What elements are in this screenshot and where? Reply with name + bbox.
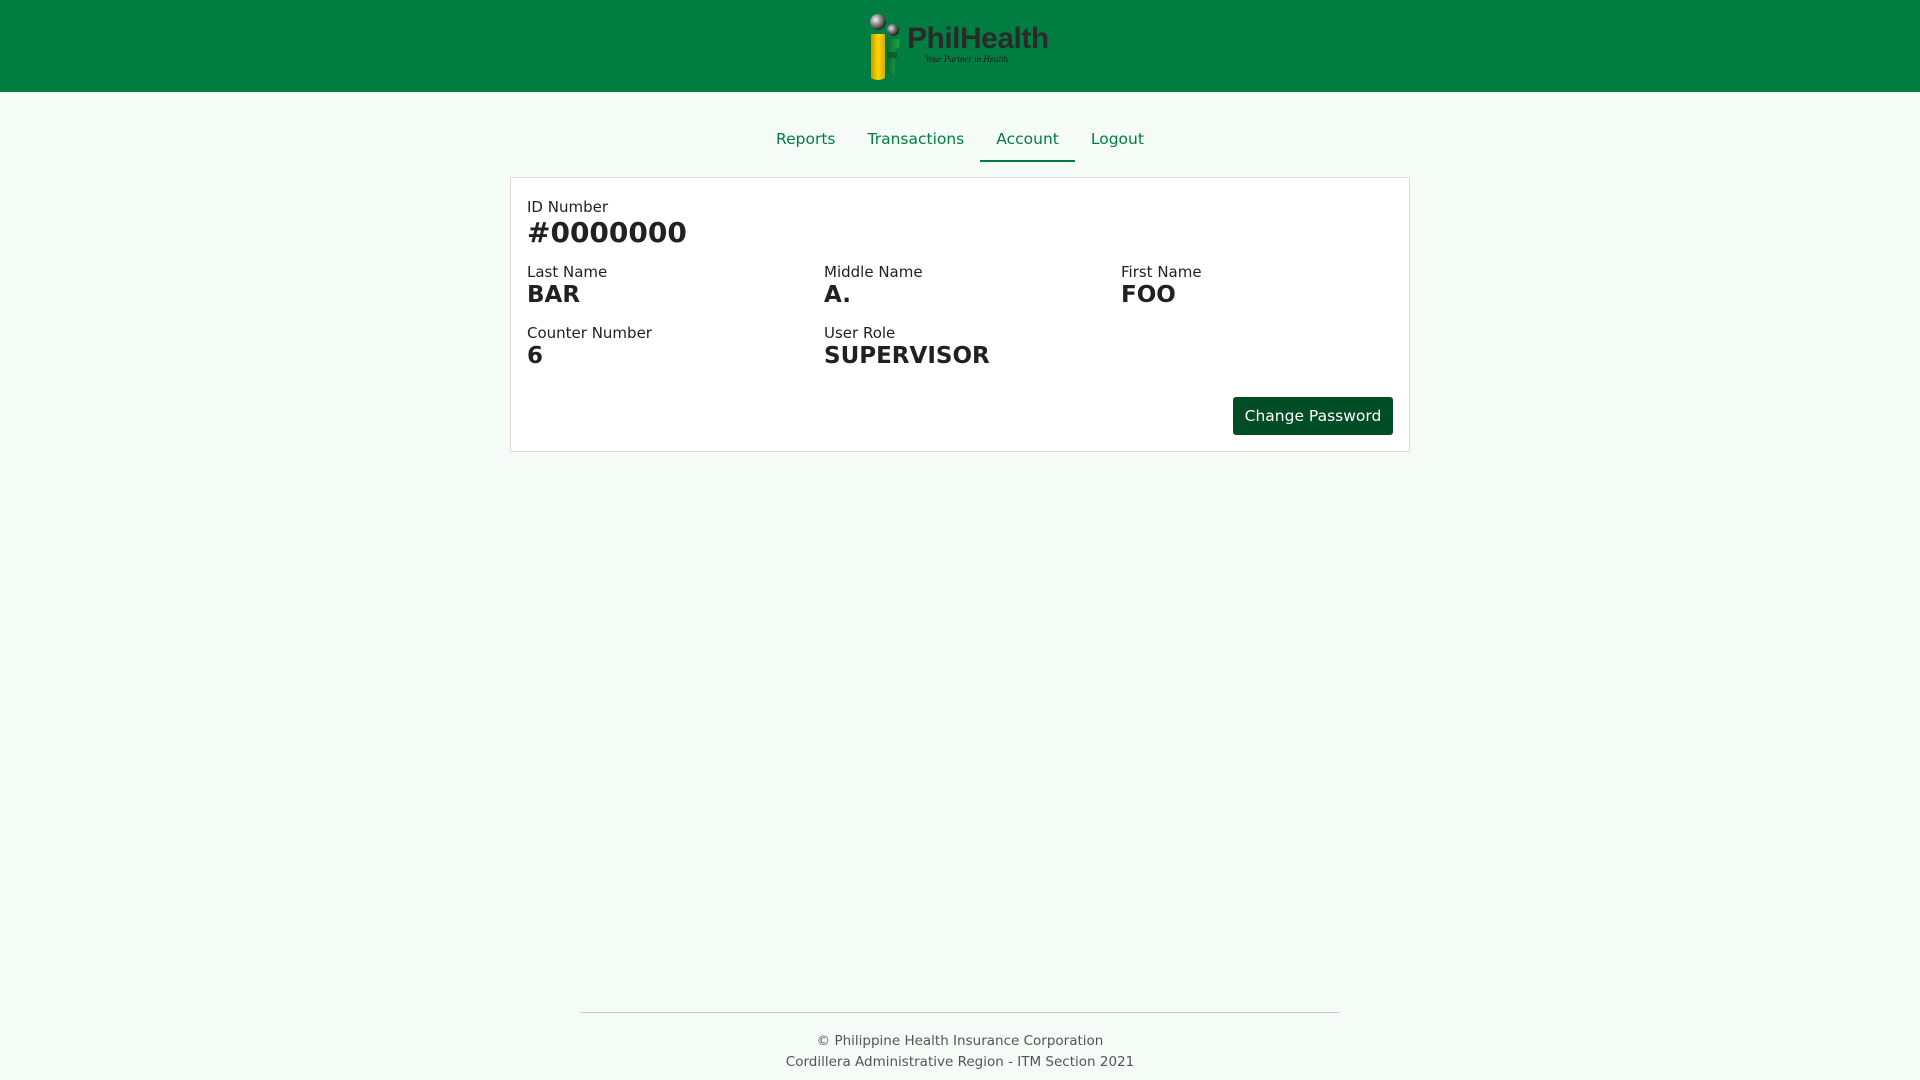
- middle-name-field: Middle Name A.: [824, 263, 923, 309]
- brand-name: PhilHealth: [907, 22, 1049, 55]
- counter-number-value: 6: [527, 343, 544, 369]
- first-name-value: FOO: [1121, 282, 1176, 308]
- last-name-field: Last Name BAR: [527, 263, 607, 309]
- counter-number-field: Counter Number 6: [527, 324, 652, 370]
- nav-logout[interactable]: Logout: [1075, 122, 1160, 162]
- user-role-label: User Role: [824, 324, 896, 342]
- middle-name-value: A.: [824, 282, 851, 308]
- main-nav: Reports Transactions Account Logout: [0, 122, 1920, 162]
- user-role-field: User Role SUPERVISOR: [824, 324, 990, 370]
- change-password-button[interactable]: Change Password: [1233, 397, 1393, 435]
- first-name-field: First Name FOO: [1121, 263, 1202, 309]
- footer-section: Cordillera Administrative Region - ITM S…: [785, 1054, 1135, 1070]
- footer: © Philippine Health Insurance Corporatio…: [580, 1012, 1340, 1073]
- id-number-value: #0000000: [527, 216, 687, 249]
- id-number-label: ID Number: [527, 198, 608, 216]
- account-card: ID Number #0000000 Last Name BAR Middle …: [510, 177, 1410, 452]
- nav-transactions[interactable]: Transactions: [852, 122, 981, 162]
- middle-name-label: Middle Name: [824, 263, 923, 281]
- footer-copyright: © Philippine Health Insurance Corporatio…: [816, 1033, 1104, 1049]
- brand-tagline: Your Partner in Health: [925, 54, 1008, 64]
- user-role-value: SUPERVISOR: [824, 343, 990, 369]
- philhealth-logo[interactable]: PhilHealth Your Partner in Health: [865, 12, 1055, 82]
- counter-number-label: Counter Number: [527, 324, 652, 342]
- id-number-field: ID Number #0000000: [527, 198, 687, 250]
- nav-account[interactable]: Account: [980, 122, 1075, 162]
- first-name-label: First Name: [1121, 263, 1202, 281]
- top-header-bar: PhilHealth Your Partner in Health: [0, 0, 1920, 92]
- nav-reports[interactable]: Reports: [760, 122, 851, 162]
- last-name-label: Last Name: [527, 263, 608, 281]
- philhealth-logo-icon: [870, 14, 899, 80]
- last-name-value: BAR: [527, 282, 581, 308]
